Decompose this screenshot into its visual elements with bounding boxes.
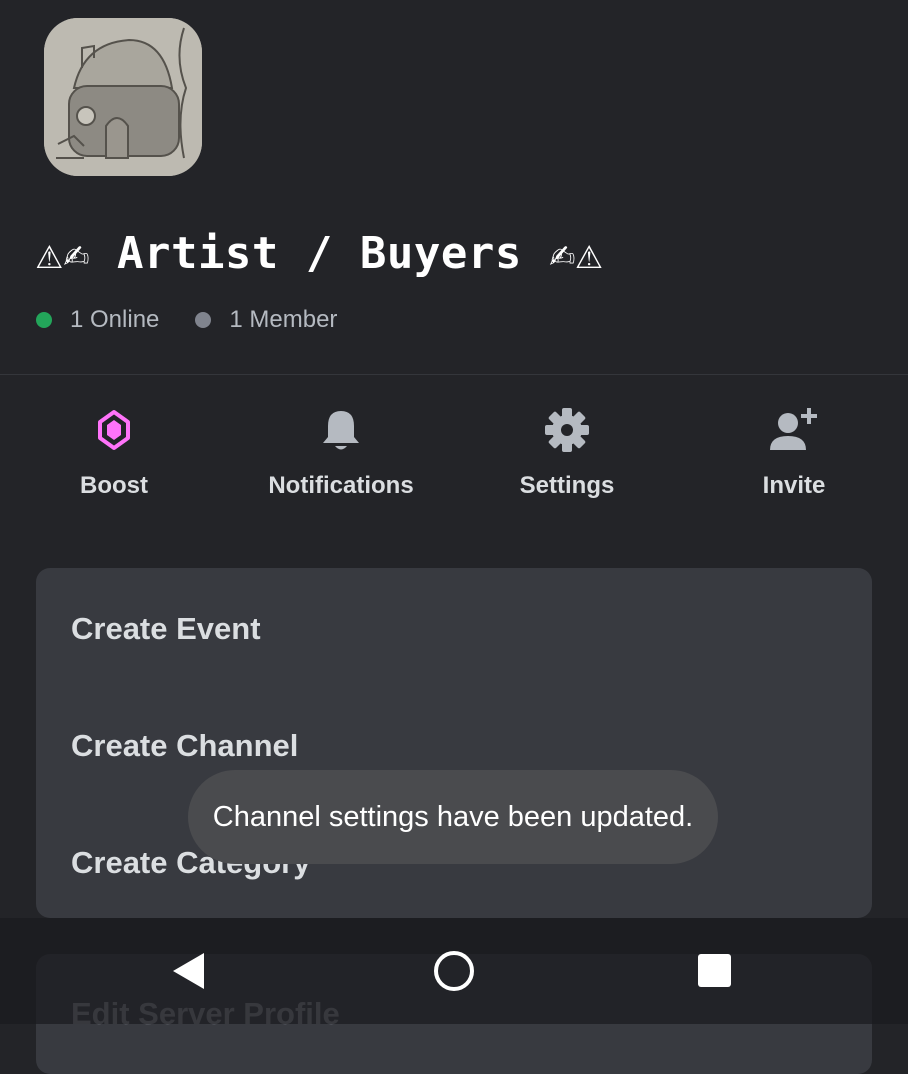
bell-icon xyxy=(241,400,441,460)
invite-button[interactable]: Invite xyxy=(694,400,894,500)
home-icon[interactable] xyxy=(433,950,475,997)
server-stats: 1 Online 1 Member xyxy=(36,306,373,334)
member-count: 1 Member xyxy=(195,306,337,334)
online-status-dot xyxy=(36,312,52,328)
boost-label: Boost xyxy=(80,472,148,499)
notifications-label: Notifications xyxy=(268,472,414,499)
member-status-dot xyxy=(195,312,212,328)
add-person-icon xyxy=(694,400,894,460)
online-count-label: 1 Online xyxy=(70,306,160,333)
settings-button[interactable]: Settings xyxy=(467,400,667,500)
online-count: 1 Online xyxy=(36,306,159,334)
server-name: ⚠✍ Artist / Buyers ✍⚠ xyxy=(36,228,603,279)
toast-notification: Channel settings have been updated. xyxy=(188,770,718,864)
gear-icon xyxy=(467,400,667,460)
server-options-menu: Create Event Create Channel Create Categ… xyxy=(36,568,872,918)
settings-label: Settings xyxy=(519,472,615,499)
recents-icon[interactable] xyxy=(697,953,733,994)
toast-message: Channel settings have been updated. xyxy=(212,800,694,833)
back-icon[interactable] xyxy=(170,950,208,997)
member-count-label: 1 Member xyxy=(229,306,338,333)
boost-gem-icon xyxy=(14,400,214,460)
notifications-button[interactable]: Notifications xyxy=(241,400,441,500)
create-event-item[interactable]: Create Event xyxy=(71,611,261,647)
boost-button[interactable]: Boost xyxy=(14,400,214,500)
server-icon[interactable] xyxy=(44,18,202,176)
android-navigation-bar xyxy=(0,918,908,1024)
invite-label: Invite xyxy=(762,472,826,499)
divider xyxy=(0,374,908,375)
server-artwork xyxy=(44,18,202,176)
server-actions: Boost Notifications Settings Invite xyxy=(0,400,908,510)
create-channel-item[interactable]: Create Channel xyxy=(71,728,298,764)
